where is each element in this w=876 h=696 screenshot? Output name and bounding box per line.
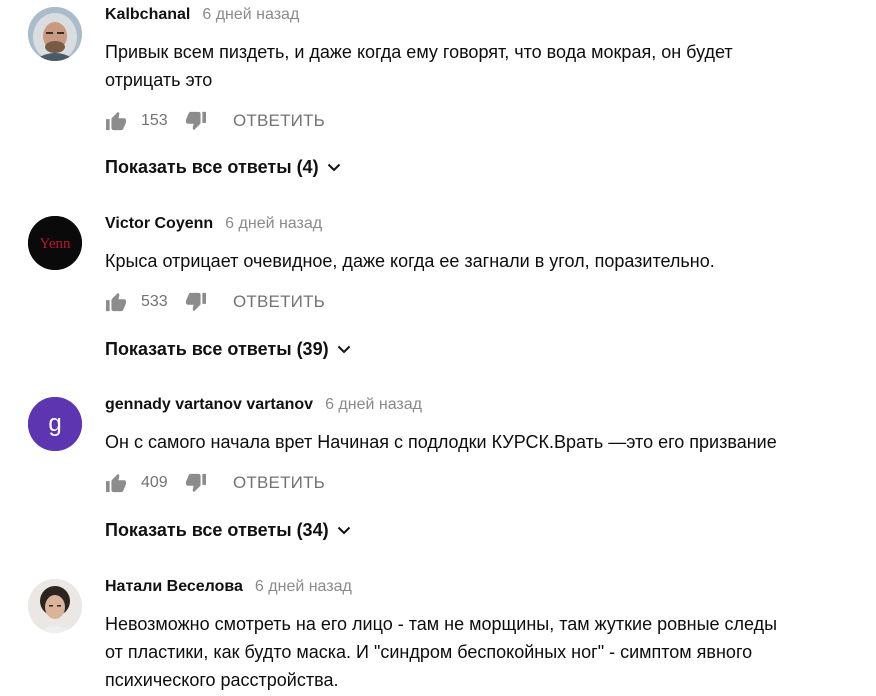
- show-replies-label: Показать все ответы (39): [105, 339, 329, 359]
- timestamp[interactable]: 6 дней назад: [225, 215, 322, 233]
- portrait-woman-short-hair-icon: [28, 579, 82, 633]
- comment-text-line: Невозможно смотреть на его лицо - там не…: [105, 614, 778, 634]
- letter-avatar-icon: g: [28, 397, 82, 451]
- timestamp[interactable]: 6 дней назад: [202, 6, 299, 24]
- comment-text: Крыса отрицает очевидное, даже когда ее …: [105, 247, 866, 275]
- author-name[interactable]: Victor Coyenn: [105, 215, 213, 233]
- timestamp[interactable]: 6 дней назад: [325, 396, 422, 414]
- avatar[interactable]: [28, 579, 82, 633]
- comment-text-line: от пластики, как будто маска. И "синдром…: [105, 642, 753, 662]
- avatar[interactable]: g: [28, 397, 82, 451]
- reply-button[interactable]: ОТВЕТИТЬ: [233, 473, 325, 493]
- author-name[interactable]: Kalbchanal: [105, 6, 190, 24]
- avatar[interactable]: Yenn: [28, 216, 82, 270]
- comment-text-line: Он с самого начала врет Начиная с подлод…: [105, 432, 777, 452]
- comment-actions: 533 ОТВЕТИТЬ: [105, 290, 325, 314]
- chevron-down-icon: [337, 345, 351, 354]
- like-button[interactable]: [105, 473, 127, 493]
- comment: Натали Веселова 6 дней назад Невозможно …: [0, 576, 876, 696]
- comment-text-line: психического расстройства.: [105, 670, 339, 690]
- author-name[interactable]: gennady vartanov vartanov: [105, 396, 313, 414]
- portrait-man-fur-hood-icon: [28, 7, 82, 61]
- dislike-button[interactable]: [185, 473, 207, 493]
- like-button[interactable]: [105, 292, 127, 312]
- comment-text: Привык всем пиздеть, и даже когда ему го…: [105, 38, 866, 94]
- comment-text: Невозможно смотреть на его лицо - там не…: [105, 610, 866, 694]
- thumbs-up-icon: [106, 473, 126, 493]
- yenn-logo-icon: Yenn: [28, 216, 82, 270]
- avatar[interactable]: [28, 7, 82, 61]
- comment-text-line: Привык всем пиздеть, и даже когда ему го…: [105, 42, 733, 62]
- comment: g gennady vartanov vartanov 6 дней назад…: [0, 394, 876, 564]
- comment: Kalbchanal 6 дней назад Привык всем пизд…: [0, 0, 876, 190]
- show-replies-button[interactable]: Показать все ответы (4): [105, 157, 341, 178]
- reply-button[interactable]: ОТВЕТИТЬ: [233, 111, 325, 131]
- like-count: 533: [141, 293, 168, 310]
- timestamp[interactable]: 6 дней назад: [255, 578, 352, 596]
- comment-text-line: Крыса отрицает очевидное, даже когда ее …: [105, 251, 715, 271]
- show-replies-label: Показать все ответы (4): [105, 157, 319, 177]
- show-replies-button[interactable]: Показать все ответы (34): [105, 520, 351, 541]
- author-name[interactable]: Натали Веселова: [105, 578, 243, 596]
- svg-text:g: g: [48, 410, 61, 437]
- svg-text:Yenn: Yenn: [40, 236, 71, 252]
- thumbs-up-icon: [106, 111, 126, 131]
- like-count: 409: [141, 474, 168, 491]
- like-count: 153: [141, 112, 168, 129]
- thumbs-down-icon: [186, 292, 206, 312]
- comment-text: Он с самого начала врет Начиная с подлод…: [105, 428, 866, 456]
- show-replies-label: Показать все ответы (34): [105, 520, 329, 540]
- comment-actions: 409 ОТВЕТИТЬ: [105, 471, 325, 495]
- comment-actions: 153 ОТВЕТИТЬ: [105, 109, 325, 133]
- chevron-down-icon: [327, 163, 341, 172]
- show-replies-button[interactable]: Показать все ответы (39): [105, 339, 351, 360]
- dislike-button[interactable]: [185, 292, 207, 312]
- thumbs-down-icon: [186, 473, 206, 493]
- like-button[interactable]: [105, 111, 127, 131]
- thumbs-up-icon: [106, 292, 126, 312]
- comment: Yenn Victor Coyenn 6 дней назад Крыса от…: [0, 213, 876, 383]
- dislike-button[interactable]: [185, 111, 207, 131]
- comment-text-line: отрицать это: [105, 70, 213, 90]
- chevron-down-icon: [337, 526, 351, 535]
- thumbs-down-icon: [186, 111, 206, 131]
- reply-button[interactable]: ОТВЕТИТЬ: [233, 292, 325, 312]
